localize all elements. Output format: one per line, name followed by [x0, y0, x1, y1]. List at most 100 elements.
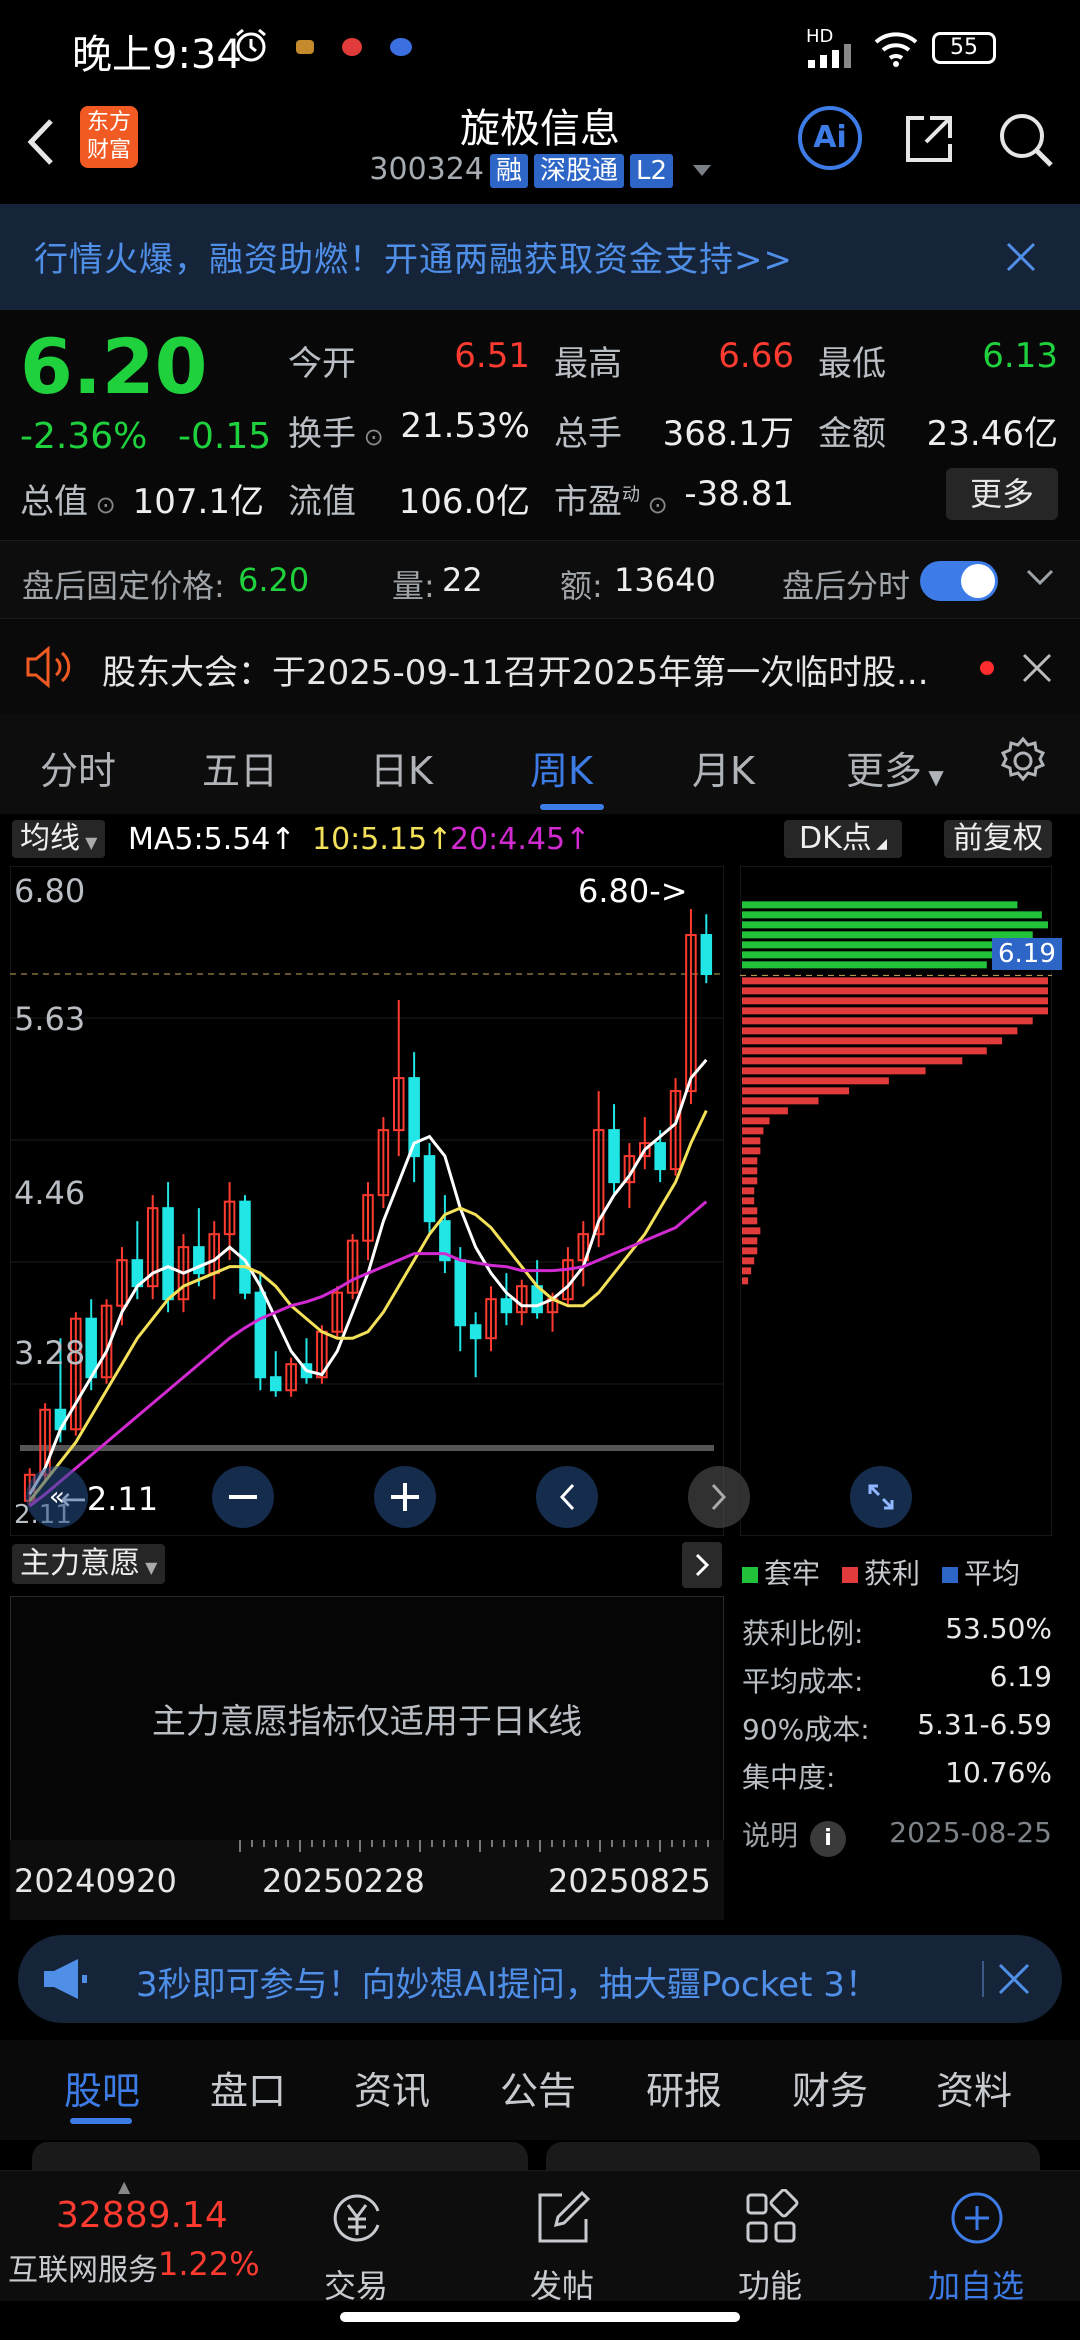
shareholder-notice[interactable]: 股东大会：于2025-09-11召开2025年第一次临时股... [0, 618, 1080, 716]
notification-app-icon [390, 38, 412, 56]
profile-bar-trapped [742, 941, 1018, 949]
high-label: 最高 [554, 344, 622, 384]
tab-financials[interactable]: 财务 [792, 2060, 868, 2115]
tab-orderbook[interactable]: 盘口 [210, 2060, 286, 2115]
y-label-4: 3.28 [14, 1334, 86, 1372]
info-link[interactable]: 说明 i [742, 1814, 847, 1857]
pe-label-text: 市盈 [554, 482, 622, 522]
ai-button[interactable]: Ai [798, 106, 862, 170]
tab-weekly-k[interactable]: 周K [530, 740, 593, 795]
expand-panel-button[interactable] [682, 1542, 722, 1588]
ma-legend-bar: 均线 ▼ MA5:5.54↑ 10:5.15↑ 20:4.45↑ DK点 ◢ 前… [0, 814, 1080, 864]
megaphone-icon [42, 1957, 88, 2005]
stock-code: 300324 [369, 152, 484, 187]
tab-monthly-k[interactable]: 月K [692, 740, 755, 795]
quote-panel: 6.20 -2.36% -0.15 今开 6.51 最高 6.66 最低 6.1… [0, 310, 1080, 540]
legend-trapped-swatch [742, 1567, 758, 1583]
info-icon[interactable]: ⊙ [88, 491, 116, 519]
profile-bar-profit [742, 1167, 758, 1175]
card-peek-left [32, 2142, 528, 2172]
grid-icon [746, 2189, 799, 2243]
margin-banner[interactable]: 行情火爆，融资助燃！开通两融获取资金支持>> [0, 204, 1080, 310]
legend-avg: 平均 [964, 1557, 1021, 1590]
notification-app-icon [296, 40, 314, 54]
battery-level: 55 [950, 35, 978, 60]
profile-bar-profit [742, 1027, 1018, 1035]
candle-body [654, 1142, 666, 1171]
close-icon[interactable] [1006, 242, 1036, 276]
close-icon[interactable] [998, 1963, 1030, 1999]
dk-label: DK点 [799, 821, 872, 856]
caret-down-icon: ▼ [80, 833, 98, 852]
ma-selector[interactable]: 均线 ▼ [12, 820, 106, 858]
ma-selector-label: 均线 [20, 821, 80, 856]
tab-research[interactable]: 研报 [646, 2060, 722, 2115]
change-value: -0.15 [178, 416, 272, 457]
index-ticker[interactable]: ▲ 32889.14 互联网服务 1.22% [0, 2171, 270, 2301]
scroll-left-fast-button[interactable]: « [26, 1466, 88, 1528]
tab-news[interactable]: 资讯 [354, 2060, 430, 2115]
concentration-value: 10.76% [945, 1756, 1052, 1789]
profile-bar-profit [742, 1157, 758, 1165]
tab-daily-k[interactable]: 日K [370, 740, 433, 795]
zoom-out-button[interactable] [212, 1466, 274, 1528]
last-price: 6.20 [20, 322, 208, 411]
tab-profile[interactable]: 资料 [936, 2060, 1012, 2115]
zoom-in-button[interactable] [374, 1466, 436, 1528]
profile-bar-profit [742, 1097, 819, 1105]
wifi-icon [872, 28, 920, 72]
open-value: 6.51 [454, 336, 530, 376]
after-price-value: 6.20 [238, 561, 310, 599]
settings-icon[interactable] [998, 736, 1048, 790]
chip-distribution[interactable]: 6.19 [739, 865, 1062, 1537]
tab-forum[interactable]: 股吧 [64, 2060, 140, 2115]
info-link-label: 说明 [742, 1819, 799, 1852]
after-amt-label: 额: [560, 567, 603, 605]
tab-five-day[interactable]: 五日 [202, 740, 278, 795]
float-cap-label: 流值 [288, 482, 356, 522]
amount-value: 23.46亿 [926, 414, 1058, 454]
home-indicator [340, 2312, 740, 2322]
profile-bar-profit [742, 1117, 770, 1125]
profile-bar-profit [742, 1227, 761, 1235]
profile-bar-profit [742, 1247, 758, 1255]
low-label: 最低 [818, 344, 886, 384]
profile-bar-profit [742, 1177, 758, 1185]
tab-announcements[interactable]: 公告 [500, 2060, 576, 2115]
tab-intraday[interactable]: 分时 [40, 740, 116, 795]
divider [982, 1961, 984, 1997]
after-hours-toggle[interactable] [920, 561, 998, 601]
profile-bar-trapped [742, 931, 1033, 939]
profile-bar-profit [742, 1217, 758, 1225]
close-icon[interactable] [1022, 653, 1052, 687]
expand-icon[interactable] [850, 1466, 912, 1528]
profile-bar-profit [742, 1137, 761, 1145]
info-icon[interactable]: ⊙ [356, 423, 384, 451]
adjust-button[interactable]: 前复权 [944, 820, 1052, 858]
info-icon[interactable]: ⊙ [640, 491, 668, 519]
dk-point-button[interactable]: DK点 ◢ [784, 820, 902, 858]
level2-tag: L2 [629, 154, 674, 188]
share-icon[interactable] [900, 110, 958, 172]
promo-text: 3秒即可参与！向妙想AI提问，抽大疆Pocket 3！ [136, 1965, 879, 2005]
bottom-nav: ▲ 32889.14 互联网服务 1.22% 交易 发帖 功能 加自选 [0, 2170, 1080, 2305]
profile-bar-profit [742, 1047, 987, 1055]
search-icon[interactable] [996, 110, 1056, 174]
active-tab-indicator [540, 804, 604, 810]
chevron-down-icon[interactable] [1026, 569, 1054, 591]
indicator-selector[interactable]: 主力意愿 ▼ [12, 1544, 166, 1584]
profile-bar-profit [742, 1017, 1033, 1025]
active-tab-indicator [70, 2118, 132, 2124]
ai-promo-banner[interactable]: 3秒即可参与！向妙想AI提问，抽大疆Pocket 3！ [18, 1935, 1062, 2023]
tab-more[interactable]: 更多 ▼ [846, 740, 944, 795]
kline-chart[interactable]: 6.80 5.63 4.46 3.28 2.11 6.80-> ←2.11 « [9, 865, 750, 1537]
after-price-label: 盘后固定价格: [22, 567, 225, 605]
profit-ratio-label: 获利比例: [742, 1617, 864, 1650]
avg-cost-label: 平均成本: [742, 1665, 864, 1698]
plus-icon [391, 1483, 419, 1511]
profile-bar-trapped [742, 901, 1018, 909]
more-button[interactable]: 更多 [946, 468, 1058, 520]
pan-left-button[interactable] [536, 1466, 598, 1528]
pe-value: -38.81 [684, 474, 794, 514]
profile-bar-profit [742, 1067, 926, 1075]
